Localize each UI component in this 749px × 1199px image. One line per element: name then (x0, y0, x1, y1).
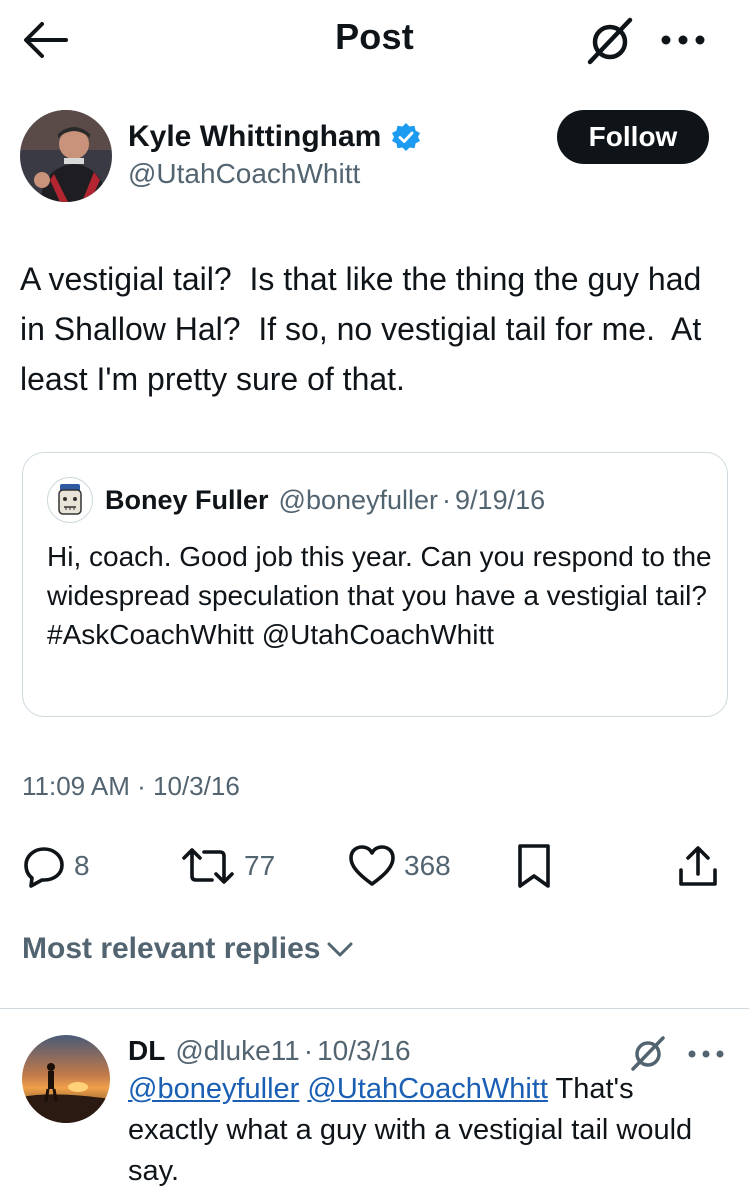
grok-button[interactable] (582, 14, 638, 66)
mention-link[interactable]: @boneyfuller (128, 1073, 299, 1105)
reply-author-handle[interactable]: @dluke11 (175, 1035, 299, 1067)
author-name-row: Kyle Whittingham (128, 120, 421, 154)
bookmark-button[interactable] (514, 836, 554, 896)
quoted-date: 9/19/16 (455, 484, 546, 515)
like-button[interactable]: 368 (348, 836, 451, 896)
chevron-down-icon (326, 939, 354, 959)
reply-separator: · (303, 1035, 314, 1066)
reply-count: 8 (74, 850, 90, 881)
reply-more-button[interactable] (684, 1039, 728, 1069)
replies-sort-dropdown[interactable]: Most relevant replies (22, 932, 354, 966)
quoted-tweet-text: Hi, coach. Good job this year. Can you r… (47, 541, 712, 650)
quoted-author-avatar[interactable] (47, 477, 93, 523)
quoted-author-handle: @boneyfuller (278, 484, 439, 515)
repost-icon (182, 848, 234, 884)
quoted-tweet-header: Boney Fuller @boneyfuller · 9/19/16 (47, 477, 545, 523)
reply-text: @boneyfuller @UtahCoachWhitt That's exac… (128, 1069, 728, 1192)
reply-date[interactable]: 10/3/16 (317, 1035, 410, 1067)
quoted-author-name: Boney Fuller (105, 484, 269, 515)
reply-author-avatar[interactable] (22, 1035, 110, 1123)
back-arrow-icon (24, 22, 68, 58)
back-button[interactable] (22, 18, 72, 62)
heart-icon (349, 845, 395, 886)
tweet-timestamp[interactable]: 11:09 AM · 10/3/16 (22, 771, 240, 802)
share-button[interactable] (676, 836, 720, 896)
quoted-tweet-card[interactable]: Boney Fuller @boneyfuller · 9/19/16 Hi, … (22, 452, 728, 717)
author-name[interactable]: Kyle Whittingham (128, 120, 381, 154)
more-icon (661, 35, 705, 45)
reply-icon (24, 847, 64, 888)
bookmark-icon (518, 844, 550, 888)
repost-button[interactable]: 77 (180, 836, 275, 896)
reply-item[interactable]: DL @dluke11 · 10/3/16 @boneyfuller @Utah… (0, 1009, 749, 1199)
tweet-author: Kyle Whittingham @UtahCoachWhitt Follow (20, 110, 730, 210)
reply-author-name[interactable]: DL (128, 1035, 165, 1067)
quoted-separator: · (442, 484, 452, 515)
grok-icon (631, 1036, 665, 1071)
repost-count: 77 (244, 850, 276, 881)
author-handle[interactable]: @UtahCoachWhitt (128, 158, 360, 190)
replies-sort-label: Most relevant replies (22, 932, 321, 965)
share-icon (679, 846, 717, 886)
mention-link[interactable]: @UtahCoachWhitt (307, 1073, 548, 1105)
author-avatar[interactable] (20, 110, 112, 202)
action-bar: 8 77 368 (0, 836, 749, 896)
grok-icon (587, 17, 633, 65)
follow-button[interactable]: Follow (557, 110, 709, 164)
more-button[interactable] (656, 24, 710, 56)
reply-header: DL @dluke11 · 10/3/16 (128, 1035, 411, 1067)
reply-button[interactable]: 8 (22, 836, 90, 896)
like-count: 368 (404, 850, 451, 881)
tweet-text: A vestigial tail? Is that like the thing… (20, 261, 711, 397)
more-icon (688, 1050, 724, 1058)
verified-badge-icon[interactable] (391, 122, 421, 152)
top-bar: Post (0, 0, 749, 80)
